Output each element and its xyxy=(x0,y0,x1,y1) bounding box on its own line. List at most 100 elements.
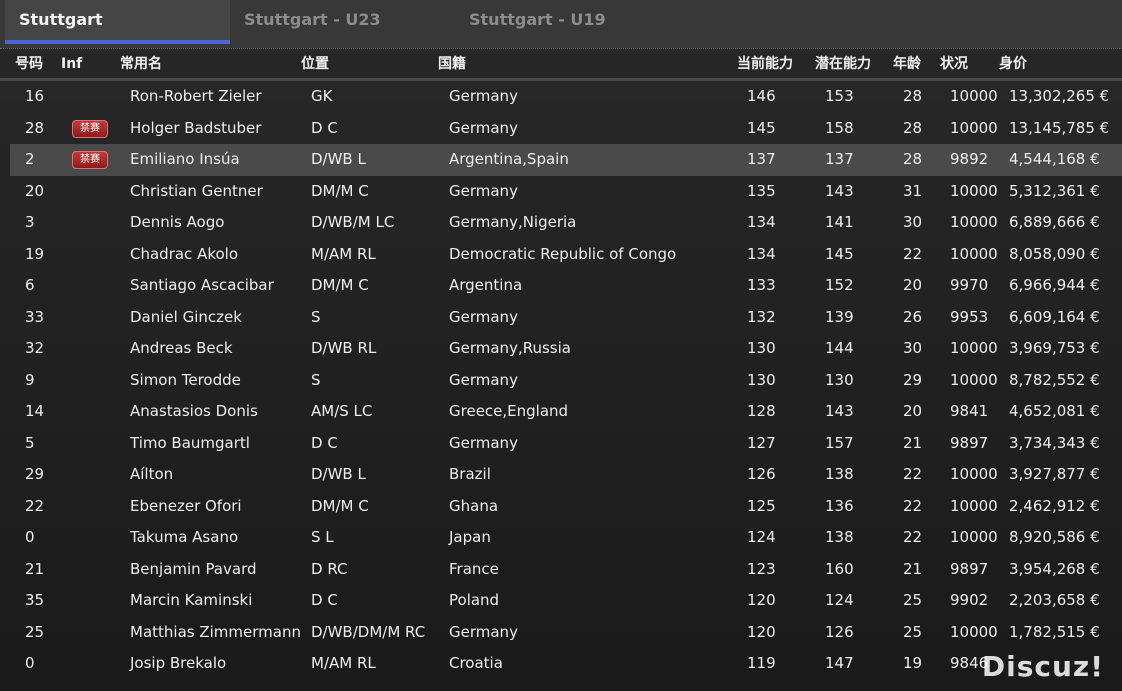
cell-position: S xyxy=(311,307,321,326)
cell-value: 4,544,168 € xyxy=(1009,150,1100,168)
cell-nationality: Germany xyxy=(449,370,518,389)
cell-nationality: Japan xyxy=(449,528,491,546)
table-row[interactable]: 14 Anastasios Donis AM/S LC Greece,England 1… xyxy=(0,396,1122,428)
cell-number: 14 xyxy=(25,402,45,420)
cell-number: 21 xyxy=(25,559,45,578)
table-row[interactable]: 28 Holger Badstuber D C Germany 145 158 28 1000… xyxy=(0,113,1122,145)
cell-potential-ability: 158 xyxy=(825,118,854,137)
cell-potential-ability: 157 xyxy=(825,433,854,452)
table-row[interactable]: 16 Ron-Robert Zieler GK Germany 146 153 28 1000… xyxy=(0,81,1122,113)
cell-potential-ability: 145 xyxy=(825,244,854,263)
cell-condition: 10000 xyxy=(950,370,998,389)
table-row[interactable]: 33 Daniel Ginczek S Germany 132 139 26 9953 6,60… xyxy=(0,302,1122,334)
cell-number: 19 xyxy=(25,244,45,263)
cell-condition: 10000 xyxy=(950,87,998,105)
cell-position: D C xyxy=(311,118,338,137)
table-row[interactable]: 0 Josip Brekalo M/AM RL Croatia 119 147 19 9846 xyxy=(0,648,1122,680)
cell-potential-ability: 144 xyxy=(825,339,854,357)
column-header-condition[interactable]: 状况 xyxy=(940,52,968,76)
cell-nationality: France xyxy=(449,559,499,578)
cell-value: 4,652,081 € xyxy=(1009,402,1100,420)
cell-name: Christian Gentner xyxy=(130,181,263,200)
suspended-badge[interactable]: 禁赛 xyxy=(72,151,108,169)
column-header-age[interactable]: 年龄 xyxy=(893,52,921,76)
table-row[interactable]: 21 Benjamin Pavard D RC France 123 160 21 9897 3… xyxy=(0,554,1122,586)
cell-number: 20 xyxy=(25,181,45,200)
cell-condition: 10000 xyxy=(950,213,998,231)
cell-current-ability: 120 xyxy=(747,622,776,641)
table-row[interactable]: 20 Christian Gentner DM/M C Germany 135 143 31… xyxy=(0,176,1122,208)
cell-age: 29 xyxy=(903,370,923,389)
cell-current-ability: 119 xyxy=(747,654,776,672)
table-row[interactable]: 22 Ebenezer Ofori DM/M C Ghana 125 136 22 10000… xyxy=(0,491,1122,523)
cell-value: 6,966,944 € xyxy=(1009,276,1100,294)
table-row[interactable]: 5 Timo Baumgartl D C Germany 127 157 21 9897 3,7… xyxy=(0,428,1122,460)
cell-name: Santiago Ascacibar xyxy=(130,276,274,294)
tab-stuttgart-u23[interactable]: Stuttgart - U23 xyxy=(244,0,381,44)
column-header-inf[interactable]: Inf xyxy=(61,52,82,76)
cell-condition: 9841 xyxy=(950,402,989,420)
table-row[interactable]: 9 Simon Terodde S Germany 130 130 29 10000 8,782… xyxy=(0,365,1122,397)
cell-value: 1,782,515 € xyxy=(1009,622,1100,641)
cell-name: Daniel Ginczek xyxy=(130,307,242,326)
table-row[interactable]: 2 Emiliano Insúa D/WB L Argentina,Spain 137 1… xyxy=(10,144,1122,176)
cell-value: 8,782,552 € xyxy=(1009,370,1100,389)
cell-condition: 10000 xyxy=(950,339,998,357)
cell-nationality: Germany xyxy=(449,181,518,200)
cell-age: 26 xyxy=(903,307,923,326)
table-row[interactable]: 25 Matthias Zimmermann D/WB/DM/M RC Germany… xyxy=(0,617,1122,649)
cell-current-ability: 124 xyxy=(747,528,776,546)
cell-potential-ability: 153 xyxy=(825,87,854,105)
cell-position: M/AM RL xyxy=(311,654,376,672)
table-row[interactable]: 29 Aílton D/WB L Brazil 126 138 22 10000 3,927,8… xyxy=(0,459,1122,491)
cell-nationality: Argentina xyxy=(449,276,523,294)
table-row[interactable]: 6 Santiago Ascacibar DM/M C Argentina 133 152… xyxy=(0,270,1122,302)
column-header-number[interactable]: 号码 xyxy=(15,52,43,76)
cell-age: 20 xyxy=(903,276,923,294)
cell-potential-ability: 138 xyxy=(825,528,854,546)
cell-number: 9 xyxy=(25,370,35,389)
cell-current-ability: 125 xyxy=(747,496,776,515)
cell-value: 5,312,361 € xyxy=(1009,181,1100,200)
tab-stuttgart-u19[interactable]: Stuttgart - U19 xyxy=(469,0,606,44)
cell-current-ability: 134 xyxy=(747,213,776,231)
cell-value: 3,969,753 € xyxy=(1009,339,1100,357)
cell-potential-ability: 147 xyxy=(825,654,854,672)
cell-current-ability: 137 xyxy=(747,150,776,168)
cell-age: 19 xyxy=(903,654,923,672)
cell-name: Marcin Kaminski xyxy=(130,591,253,609)
cell-number: 22 xyxy=(25,496,45,515)
cell-nationality: Democratic Republic of Congo xyxy=(449,244,677,263)
column-header-position[interactable]: 位置 xyxy=(301,52,329,76)
table-row[interactable]: 32 Andreas Beck D/WB RL Germany,Russia 130 14… xyxy=(0,333,1122,365)
cell-age: 30 xyxy=(903,339,923,357)
column-header-name[interactable]: 常用名 xyxy=(120,52,162,76)
table-row[interactable]: 3 Dennis Aogo D/WB/M LC Germany,Nigeria 134 1… xyxy=(0,207,1122,239)
cell-position: M/AM RL xyxy=(311,244,376,263)
cell-number: 2 xyxy=(25,150,35,168)
table-row[interactable]: 0 Takuma Asano S L Japan 124 138 22 10000 8,920,… xyxy=(0,522,1122,554)
cell-position: DM/M C xyxy=(311,181,369,200)
cell-nationality: Germany xyxy=(449,307,518,326)
column-header-value[interactable]: 身价 xyxy=(999,52,1027,76)
cell-age: 21 xyxy=(903,433,923,452)
cell-number: 0 xyxy=(25,654,35,672)
table-row[interactable]: 19 Chadrac Akolo M/AM RL Democratic Republi… xyxy=(0,239,1122,271)
column-header-potential-ability[interactable]: 潜在能力 xyxy=(815,52,871,76)
cell-number: 25 xyxy=(25,622,45,641)
column-header-nationality[interactable]: 国籍 xyxy=(438,52,466,76)
cell-potential-ability: 152 xyxy=(825,276,854,294)
cell-name: Andreas Beck xyxy=(130,339,233,357)
table-row[interactable]: 35 Marcin Kaminski D C Poland 120 124 25 9902 2,… xyxy=(0,585,1122,617)
column-header-current-ability[interactable]: 当前能力 xyxy=(737,52,793,76)
cell-potential-ability: 143 xyxy=(825,181,854,200)
cell-value: 6,889,666 € xyxy=(1009,213,1100,231)
cell-condition: 9897 xyxy=(950,433,989,452)
cell-potential-ability: 138 xyxy=(825,465,854,483)
cell-condition: 10000 xyxy=(950,465,998,483)
cell-condition: 9892 xyxy=(950,150,989,168)
cell-position: D/WB/DM/M RC xyxy=(311,622,426,641)
squad-view: Stuttgart Stuttgart - U23 Stuttgart - U1… xyxy=(0,0,1122,691)
tab-stuttgart[interactable]: Stuttgart xyxy=(5,0,230,44)
suspended-badge[interactable]: 禁赛 xyxy=(72,119,108,138)
